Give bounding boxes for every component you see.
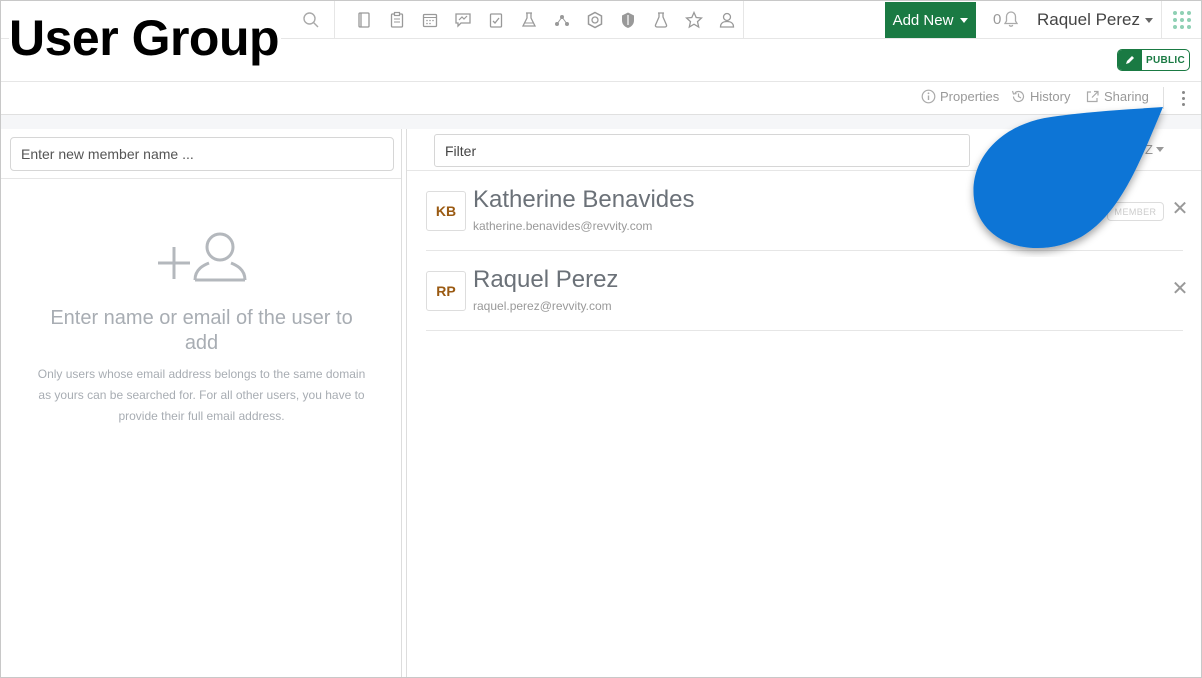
member-row: RP Raquel Perez raquel.perez@revvity.com… [426, 251, 1188, 331]
app-window: Add New 0 Raquel Perez User Group PUBLIC… [0, 0, 1202, 678]
sort-label: Z [1145, 142, 1153, 157]
lab-flask-icon[interactable] [512, 9, 545, 31]
users-icon[interactable] [710, 9, 743, 31]
content-gap [1, 115, 1201, 129]
properties-label: Properties [940, 89, 1000, 104]
user-menu[interactable]: Raquel Perez [1037, 10, 1154, 30]
module-icon-bar [347, 9, 743, 31]
bell-icon [1004, 11, 1019, 27]
filter-input[interactable] [434, 134, 970, 167]
sharing-button[interactable]: Sharing [1085, 89, 1149, 104]
divider [1, 178, 401, 179]
sort-dropdown[interactable]: Z [1145, 142, 1164, 157]
chevron-down-icon [960, 17, 969, 23]
add-new-button[interactable]: Add New [885, 2, 976, 38]
empty-state-title: Enter name or email of the user to add [50, 307, 353, 354]
more-options-icon[interactable] [1177, 88, 1189, 108]
nav-divider [743, 1, 744, 38]
empty-state-description: Only users whose email address belongs t… [37, 367, 366, 423]
history-label: History [1030, 89, 1071, 104]
pencil-icon [1118, 50, 1142, 70]
remove-member-button[interactable]: ✕ [1171, 199, 1189, 219]
nav-divider [334, 1, 335, 38]
remove-member-button[interactable]: ✕ [1171, 279, 1189, 299]
avatar: RP [426, 271, 466, 311]
add-member-panel: Enter name or email of the user to add O… [1, 129, 402, 677]
info-icon [921, 89, 936, 104]
clipboard-icon[interactable] [380, 9, 413, 31]
apps-grid-icon[interactable] [1173, 11, 1191, 29]
shield-icon[interactable] [611, 9, 644, 31]
role-badge[interactable]: MEMBER [1107, 202, 1164, 221]
add-user-icon [158, 232, 247, 282]
chevron-down-icon [1145, 17, 1154, 23]
nav-divider [1161, 1, 1162, 38]
member-email: katherine.benavides@revvity.com [473, 219, 653, 233]
members-panel: Z KB Katherine Benavides katherine.benav… [406, 129, 1201, 677]
history-button[interactable]: History [1011, 89, 1070, 104]
clipboard-check-icon[interactable] [479, 9, 512, 31]
notebook-icon[interactable] [347, 9, 380, 31]
calendar-icon[interactable] [413, 9, 446, 31]
notification-count: 0 [993, 10, 1002, 28]
star-icon[interactable] [677, 9, 710, 31]
member-email: raquel.perez@revvity.com [473, 299, 612, 313]
chevron-down-icon [1155, 147, 1164, 152]
properties-button[interactable]: Properties [921, 89, 999, 104]
history-icon [1011, 90, 1025, 103]
public-badge[interactable]: PUBLIC [1117, 49, 1190, 71]
member-row: KB Katherine Benavides katherine.benavid… [426, 171, 1188, 251]
entity-toolbar: Properties History Sharing [1, 82, 1201, 115]
chat-chart-icon[interactable] [446, 9, 479, 31]
user-name: Raquel Perez [1037, 10, 1141, 29]
beaker-icon[interactable] [644, 9, 677, 31]
hexagon-icon[interactable] [578, 9, 611, 31]
member-name: Raquel Perez [473, 266, 619, 293]
member-name: Katherine Benavides [473, 186, 695, 213]
toolbar-divider [1163, 87, 1164, 109]
add-new-label: Add New [892, 11, 954, 29]
page-title: User Group [9, 10, 282, 66]
network-icon[interactable] [545, 9, 578, 31]
avatar: KB [426, 191, 466, 231]
notifications-button[interactable]: 0 [993, 10, 1019, 28]
search-icon[interactable] [302, 11, 320, 29]
share-icon [1086, 90, 1099, 103]
new-member-input[interactable] [10, 137, 394, 171]
sharing-label: Sharing [1104, 89, 1149, 104]
public-label: PUBLIC [1145, 54, 1186, 66]
